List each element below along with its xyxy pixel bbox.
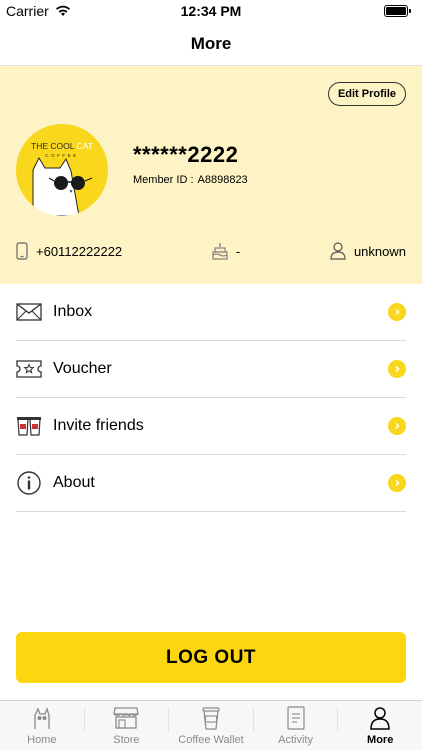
tab-label: Home xyxy=(27,734,57,746)
profile-info-row: +60112222222 - unknown xyxy=(16,240,406,262)
carrier-label: Carrier xyxy=(6,3,49,19)
birthday-info: - xyxy=(212,242,240,260)
menu-item-label: Inbox xyxy=(53,303,93,320)
menu-list: Inbox Voucher Invite friends About xyxy=(16,284,406,512)
tab-label: Store xyxy=(113,734,140,746)
tab-bar: Home Store Coffee Wallet Activity More xyxy=(0,700,422,750)
logo-text-line1: THE COOL CAT xyxy=(31,141,93,151)
page-title: More xyxy=(190,33,232,53)
chevron-right-icon xyxy=(388,474,406,492)
chevron-right-icon xyxy=(388,360,406,378)
phone-info: +60112222222 xyxy=(16,242,122,260)
gender-value: unknown xyxy=(353,243,406,259)
phone-number: +60112222222 xyxy=(36,243,123,259)
status-left: Carrier xyxy=(6,3,71,19)
document-icon xyxy=(286,704,305,732)
chevron-right-icon xyxy=(388,303,406,321)
person-icon xyxy=(330,242,346,260)
menu-item-label: Invite friends xyxy=(53,417,144,434)
store-icon xyxy=(113,704,140,732)
cat-icon xyxy=(31,704,53,732)
tab-label: Activity xyxy=(278,734,313,746)
coffee-cup-icon xyxy=(202,704,220,732)
tab-store[interactable]: Store xyxy=(85,701,169,750)
profile-card: Edit Profile THE COOL CAT COFFEE ******2… xyxy=(0,66,422,284)
menu-item-about[interactable]: About xyxy=(16,455,406,512)
member-id-row: Member ID : A8898823 xyxy=(133,174,248,186)
invite-friends-icon xyxy=(16,413,42,439)
phone-icon xyxy=(16,242,28,260)
menu-item-invite-friends[interactable]: Invite friends xyxy=(16,398,406,455)
tab-activity[interactable]: Activity xyxy=(254,701,338,750)
info-icon xyxy=(16,470,42,496)
tab-label: More xyxy=(367,734,394,746)
menu-item-voucher[interactable]: Voucher xyxy=(16,341,406,398)
wifi-icon xyxy=(55,5,70,16)
navigation-bar: More xyxy=(0,22,422,66)
gender-info: unknown xyxy=(330,242,406,260)
member-id-value: A8898823 xyxy=(197,174,248,186)
tab-label: Coffee Wallet xyxy=(178,734,244,746)
member-id-label: Member ID : xyxy=(133,174,194,186)
member-name: ******2222 xyxy=(133,142,239,167)
status-bar: Carrier 12:34 PM xyxy=(0,0,422,22)
menu-item-inbox[interactable]: Inbox xyxy=(16,284,406,341)
birthday-value: - xyxy=(235,243,241,259)
person-icon xyxy=(370,704,390,732)
logout-button[interactable]: LOG OUT xyxy=(16,632,406,683)
menu-item-label: About xyxy=(53,474,95,491)
cool-cat-logo: THE COOL CAT COFFEE xyxy=(31,141,93,216)
avatar[interactable]: THE COOL CAT COFFEE xyxy=(16,124,108,216)
envelope-icon xyxy=(16,299,42,325)
tab-more[interactable]: More xyxy=(338,701,422,750)
battery-icon xyxy=(384,5,411,17)
chevron-right-icon xyxy=(388,417,406,435)
cake-icon xyxy=(212,243,228,260)
voucher-icon xyxy=(16,356,42,382)
edit-profile-button[interactable]: Edit Profile xyxy=(327,82,406,106)
logo-text-line2: COFFEE xyxy=(45,153,78,158)
tab-coffee-wallet[interactable]: Coffee Wallet xyxy=(169,701,253,750)
menu-item-label: Voucher xyxy=(53,360,112,377)
tab-home[interactable]: Home xyxy=(0,701,84,750)
